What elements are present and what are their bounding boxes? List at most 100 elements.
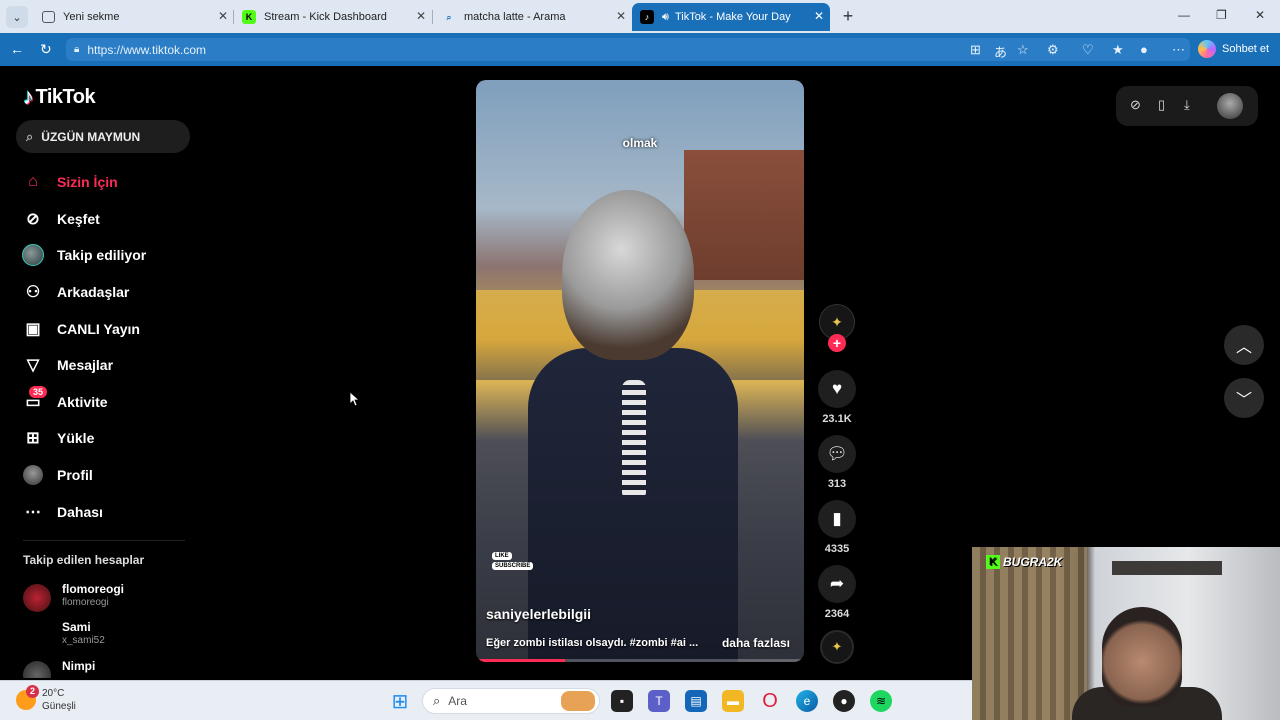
minimize-icon[interactable]: — <box>1178 8 1190 22</box>
chevron-up-icon: ︿ <box>1235 339 1252 356</box>
tab-tiktok[interactable]: ♪ 🔊︎ TikTok - Make Your Day ✕ <box>632 3 830 31</box>
windows-start-icon[interactable]: ⊞ <box>389 690 411 713</box>
site-info-icon[interactable]: 🔒︎ <box>74 44 79 55</box>
browser-essentials-icon[interactable]: ♡ <box>1082 42 1094 58</box>
restore-icon[interactable]: ❐ <box>1216 8 1227 22</box>
close-tab-icon[interactable]: ✕ <box>814 9 824 23</box>
favorite-star-icon[interactable]: ☆ <box>1017 42 1029 58</box>
sidebar-item-label: Yükle <box>57 430 95 447</box>
webcam-curtain <box>972 547 1087 720</box>
tab-kick-dashboard[interactable]: K Stream - Kick Dashboard ✕ <box>234 3 432 31</box>
steam-icon[interactable]: ● <box>833 690 855 712</box>
kick-icon: K <box>242 10 256 24</box>
comment-action[interactable]: 💬︎ 313 <box>816 435 858 490</box>
video-progress-fill <box>476 659 565 662</box>
share-action[interactable]: ➦ 2364 <box>816 565 858 620</box>
sidebar-item-for-you[interactable]: ⌂ Sizin İçin <box>22 164 192 201</box>
close-tab-icon[interactable]: ✕ <box>218 9 228 23</box>
temperature: 20°C <box>42 688 65 699</box>
account-name: flomoreogi <box>62 582 124 596</box>
app-available-icon[interactable]: ⊞ <box>970 42 981 58</box>
video-player[interactable]: olmak LIKE SUBSCRIBE saniyelerlebilgii E… <box>476 80 804 662</box>
profile-avatar-icon[interactable]: ● <box>1140 42 1148 57</box>
new-tab-button[interactable]: + <box>838 6 858 26</box>
divider <box>23 540 185 541</box>
following-account[interactable]: Sami x_sami52 <box>23 620 193 652</box>
favorites-icon[interactable]: ★ <box>1112 42 1124 58</box>
see-more-link[interactable]: daha fazlası <box>722 636 790 650</box>
like-action[interactable]: ♥ 23.1K <box>816 370 858 425</box>
file-explorer-icon[interactable]: ▬ <box>722 690 744 712</box>
following-account[interactable]: flomoreogi flomoreogi <box>23 582 193 614</box>
weather-widget[interactable]: 2 20°C Güneşli <box>16 685 76 713</box>
sidebar-item-friends[interactable]: ⚇ Arkadaşlar <box>22 274 192 311</box>
tab-separator <box>432 10 433 24</box>
sidebar-item-more[interactable]: ⋯ Dahası <box>22 493 192 530</box>
comment-icon[interactable]: 💬︎ <box>818 435 856 473</box>
sidebar-item-profile[interactable]: Profil <box>22 457 192 494</box>
music-disc-icon[interactable]: ✦ <box>820 630 854 664</box>
tab-title: Yeni sekme <box>63 11 120 23</box>
opera-icon[interactable]: O <box>759 690 781 712</box>
sidebar-item-explore[interactable]: ⊘ Keşfet <box>22 201 192 238</box>
store-icon[interactable]: ▤ <box>685 690 707 712</box>
notification-badge: 35 <box>29 385 48 398</box>
audio-playing-icon[interactable]: 🔊︎ <box>662 11 669 24</box>
download-icon[interactable]: ⤓ <box>1184 97 1190 113</box>
tab-actions-menu-button[interactable]: ⌄ <box>6 6 28 28</box>
taskbar-search-input[interactable]: ⌕ Ara <box>422 688 600 714</box>
back-icon[interactable]: ← <box>10 41 24 57</box>
video-author[interactable]: saniyelerlebilgii <box>486 606 591 622</box>
close-tab-icon[interactable]: ✕ <box>416 9 426 23</box>
new-tab-icon <box>42 11 55 23</box>
tab-search[interactable]: ⌕ matcha latte - Arama ✕ <box>434 3 632 31</box>
teams-icon[interactable]: T <box>648 690 670 712</box>
phone-icon[interactable]: ▯ <box>1158 97 1165 113</box>
weather-badge: 2 <box>26 685 39 698</box>
copilot-button[interactable]: Sohbet et <box>1198 38 1269 60</box>
video-frame-ribs <box>622 380 646 500</box>
sidebar-item-label: Mesajlar <box>57 357 114 374</box>
heart-icon[interactable]: ♥ <box>818 370 856 408</box>
video-description: Eğer zombi istilası olsaydı. #zombi #ai … <box>486 637 699 649</box>
close-tab-icon[interactable]: ✕ <box>616 9 626 23</box>
sidebar-item-messages[interactable]: ▽ Mesajlar <box>22 347 192 384</box>
bookmark-icon[interactable]: ▮ <box>818 500 856 538</box>
translate-icon[interactable]: あ <box>994 42 1007 61</box>
previous-video-button[interactable]: ︿ <box>1224 325 1264 365</box>
video-caption-overlay: olmak <box>622 136 658 150</box>
like-subscribe-overlay: LIKE SUBSCRIBE <box>492 552 534 572</box>
sidebar-item-upload[interactable]: ⊞ Yükle <box>22 420 192 457</box>
sun-icon: 2 <box>16 685 39 710</box>
coin-icon[interactable]: ⊘ <box>1130 97 1141 113</box>
edge-icon[interactable]: e <box>796 690 818 712</box>
extensions-icon[interactable]: ⚙ <box>1047 42 1059 58</box>
follow-plus-button[interactable]: + <box>828 334 846 352</box>
sidebar-item-label: Dahası <box>57 503 103 520</box>
tab-new-tab[interactable]: Yeni sekme ✕ <box>34 3 234 31</box>
close-window-icon[interactable]: ✕ <box>1255 8 1265 22</box>
sidebar-item-live[interactable]: ▣ CANLI Yayın <box>22 310 192 347</box>
profile-avatar-icon <box>22 464 44 486</box>
following-account[interactable]: Nimpi <box>23 659 193 678</box>
video-progress-bar[interactable] <box>476 659 804 662</box>
user-avatar[interactable] <box>1217 93 1243 119</box>
sidebar-item-label: Keşfet <box>57 210 100 227</box>
tiktok-logo[interactable]: ♪ TikTok <box>23 84 96 110</box>
share-icon[interactable]: ➦ <box>818 565 856 603</box>
next-video-button[interactable]: ﹀ <box>1224 378 1264 418</box>
taskbar-search-placeholder: Ara <box>448 694 467 708</box>
refresh-icon[interactable]: ↻ <box>40 41 52 58</box>
tab-title: Stream - Kick Dashboard <box>264 11 387 23</box>
task-view-icon[interactable]: ▪ <box>611 690 633 712</box>
save-action[interactable]: ▮ 4335 <box>816 500 858 555</box>
kick-icon: K <box>986 555 1000 569</box>
spotify-icon[interactable]: ≋ <box>870 690 892 712</box>
message-icon: ▽ <box>26 357 40 375</box>
browser-tab-bar: ⌄ Yeni sekme ✕ K Stream - Kick Dashboard… <box>0 0 1280 33</box>
sidebar-item-following[interactable]: Takip ediliyor <box>22 237 192 274</box>
search-input[interactable]: ⌕ ÜZGÜN MAYMUN <box>16 120 190 153</box>
sidebar-item-activity[interactable]: ▭ 35 Aktivite <box>22 384 192 421</box>
sidebar-item-label: Sizin İçin <box>57 174 118 191</box>
more-options-icon[interactable]: ⋯ <box>1172 42 1185 58</box>
